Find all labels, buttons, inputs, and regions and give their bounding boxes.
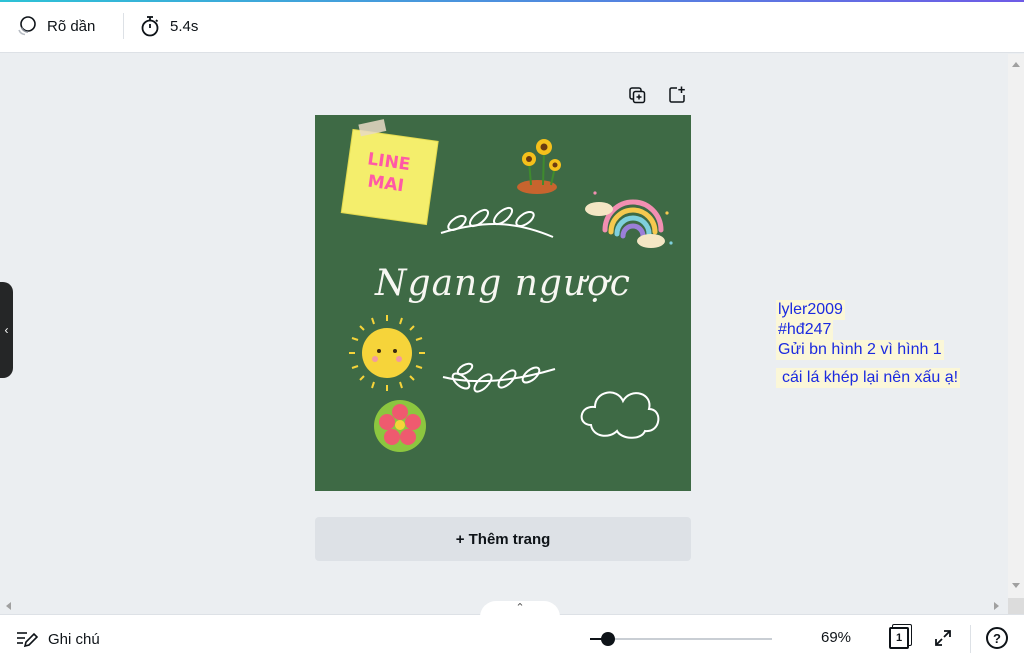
- scroll-left-icon[interactable]: [6, 602, 11, 610]
- add-page-icon-button[interactable]: [664, 84, 690, 106]
- annotation-text: lyler2009 #hđ247 Gửi bn hình 2 vì hình 1…: [776, 300, 968, 388]
- page-tools: [624, 84, 690, 106]
- page-title-text[interactable]: Ngang ngược: [315, 263, 691, 304]
- scroll-right-icon[interactable]: [994, 602, 999, 610]
- duplicate-page-button[interactable]: [624, 84, 650, 106]
- flower-sticker: [374, 400, 426, 452]
- chevron-left-icon: ‹: [4, 323, 9, 337]
- rainbow: [602, 199, 664, 239]
- scroll-up-icon[interactable]: [1012, 62, 1020, 67]
- notes-label: Ghi chú: [48, 630, 100, 648]
- timer-button[interactable]: 5.4s: [138, 12, 198, 40]
- scrollbar-corner: [1008, 598, 1024, 614]
- scroll-down-icon[interactable]: [1012, 583, 1020, 588]
- bottom-toolbar: Ghi chú 69% 1 ?: [0, 614, 1024, 661]
- animation-label: Rõ dần: [47, 17, 96, 35]
- design-page[interactable]: LINE MAI Ngang ngược: [315, 115, 691, 491]
- annotation-line-4: cái lá khép lại nên xấu ạ!: [776, 368, 961, 388]
- leaf-branch-top: [440, 206, 554, 238]
- expand-pages-tab[interactable]: ⌃: [480, 601, 560, 617]
- chevron-up-icon: ⌃: [515, 602, 525, 614]
- duplicate-icon: [629, 87, 646, 104]
- sun: [349, 315, 425, 391]
- add-page-icon: [669, 86, 685, 103]
- page-count-button[interactable]: 1: [886, 625, 912, 651]
- stopwatch-icon: [141, 16, 159, 37]
- top-toolbar: Rõ dần 5.4s: [0, 0, 1024, 53]
- zoom-slider-thumb[interactable]: [601, 632, 616, 646]
- cloud-doodle: [580, 391, 660, 439]
- accent-stripe: [0, 0, 1024, 2]
- annotation-line-2: #hđ247: [776, 320, 834, 340]
- toolbar-divider: [123, 13, 124, 39]
- notes-icon: [17, 632, 38, 648]
- vertical-scrollbar[interactable]: [1008, 54, 1024, 598]
- expand-icon: [935, 630, 951, 646]
- timer-label: 5.4s: [170, 17, 199, 35]
- notes-button[interactable]: Ghi chú: [16, 627, 100, 651]
- help-button[interactable]: ?: [986, 627, 1008, 649]
- zoom-slider[interactable]: [590, 638, 772, 640]
- annotation-line-3: Gửi bn hình 2 vì hình 1: [776, 340, 944, 360]
- add-page-button[interactable]: + Thêm trang: [315, 517, 691, 561]
- zoom-percentage[interactable]: 69%: [812, 629, 860, 649]
- annotation-line-1: lyler2009: [776, 300, 845, 320]
- fullscreen-button[interactable]: [932, 627, 954, 649]
- bottom-divider: [970, 625, 971, 653]
- leaf-branch-middle: [442, 362, 556, 393]
- animation-icon: [18, 16, 36, 36]
- page-count-value: 1: [889, 627, 909, 649]
- side-panel-toggle[interactable]: ‹: [0, 282, 13, 378]
- sunflowers: [517, 139, 561, 194]
- animation-button[interactable]: Rõ dần: [15, 12, 95, 40]
